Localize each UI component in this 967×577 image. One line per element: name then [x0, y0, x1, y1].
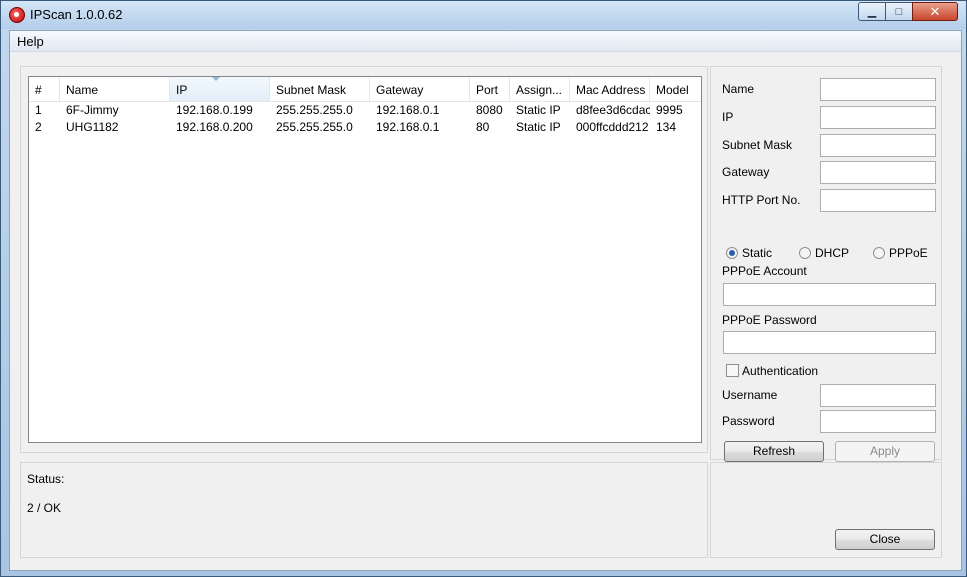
password-label: Password	[722, 414, 775, 428]
device-list-header: # Name IP Subnet Mask Gateway Port Assig…	[29, 77, 701, 102]
client-area: Help # Name IP Subnet Mask Gateway Port …	[9, 30, 962, 571]
cell-index: 1	[35, 103, 42, 117]
column-header-ip[interactable]: IP	[170, 77, 270, 101]
table-row[interactable]: 2 UHG1182 192.168.0.200 255.255.255.0 19…	[29, 119, 701, 136]
cell-assign: Static IP	[516, 103, 561, 117]
settings-group: Name IP Subnet Mask Gateway HTTP Port No…	[710, 66, 942, 462]
title-bar[interactable]: IPScan 1.0.0.62 ▁ □ ✕	[1, 1, 966, 29]
dhcp-radio-label[interactable]: DHCP	[815, 246, 849, 260]
cell-name: 6F-Jimmy	[66, 103, 119, 117]
cell-ip: 192.168.0.200	[176, 120, 253, 134]
close-button[interactable]: Close	[835, 529, 935, 550]
username-field[interactable]	[820, 384, 936, 407]
cell-index: 2	[35, 120, 42, 134]
device-list-group: # Name IP Subnet Mask Gateway Port Assig…	[20, 66, 708, 453]
username-label: Username	[722, 388, 778, 402]
cell-mac: 000ffcddd212	[576, 120, 649, 134]
column-header-gateway[interactable]: Gateway	[370, 77, 470, 101]
cell-gateway: 192.168.0.1	[376, 120, 440, 134]
cell-ip: 192.168.0.199	[176, 103, 253, 117]
maximize-icon: □	[895, 5, 903, 18]
pppoe-account-label: PPPoE Account	[722, 264, 807, 278]
name-field[interactable]	[820, 78, 936, 101]
authentication-label[interactable]: Authentication	[742, 364, 818, 378]
column-header-ip-label: IP	[176, 83, 188, 97]
cell-port: 80	[476, 120, 490, 134]
minimize-button[interactable]: ▁	[858, 2, 886, 21]
pppoe-radio[interactable]	[873, 247, 885, 259]
column-header-port[interactable]: Port	[470, 77, 510, 101]
cell-assign: Static IP	[516, 120, 561, 134]
cell-port: 8080	[476, 103, 503, 117]
table-row[interactable]: 1 6F-Jimmy 192.168.0.199 255.255.255.0 1…	[29, 102, 701, 119]
minimize-icon: ▁	[867, 6, 877, 18]
ip-field[interactable]	[820, 106, 936, 129]
status-value: 2 / OK	[27, 501, 62, 515]
cell-model: 134	[656, 120, 677, 134]
cell-mac: d8fee3d6cdac	[576, 103, 650, 117]
close-group: Close	[710, 462, 942, 558]
pppoe-password-label: PPPoE Password	[722, 313, 817, 327]
static-radio-label[interactable]: Static	[742, 246, 772, 260]
subnet-label: Subnet Mask	[722, 138, 793, 152]
column-header-name[interactable]: Name	[60, 77, 170, 101]
apply-button[interactable]: Apply	[835, 441, 935, 462]
static-radio[interactable]	[726, 247, 738, 259]
gateway-field[interactable]	[820, 161, 936, 184]
close-icon: ✕	[929, 3, 941, 19]
app-window: IPScan 1.0.0.62 ▁ □ ✕ Help # Name IP Sub…	[0, 0, 967, 577]
subnet-field[interactable]	[820, 134, 936, 157]
cell-subnet: 255.255.255.0	[276, 103, 353, 117]
app-icon	[9, 7, 25, 23]
password-field[interactable]	[820, 410, 936, 433]
pppoe-radio-label[interactable]: PPPoE	[889, 246, 928, 260]
pppoe-password-field[interactable]	[723, 331, 936, 354]
pppoe-account-field[interactable]	[723, 283, 936, 306]
column-header-subnet[interactable]: Subnet Mask	[270, 77, 370, 101]
menu-help[interactable]: Help	[17, 34, 44, 49]
cell-name: UHG1182	[66, 120, 119, 134]
close-window-button[interactable]: ✕	[912, 2, 958, 21]
http-port-field[interactable]	[820, 189, 936, 212]
column-header-assign[interactable]: Assign...	[510, 77, 570, 101]
status-group: Status: 2 / OK	[20, 462, 708, 558]
sort-ascending-icon	[212, 77, 220, 81]
cell-gateway: 192.168.0.1	[376, 103, 440, 117]
window-title: IPScan 1.0.0.62	[30, 7, 123, 22]
column-header-model[interactable]: Model	[650, 77, 701, 101]
column-header-mac[interactable]: Mac Address	[570, 77, 650, 101]
authentication-checkbox[interactable]	[726, 364, 739, 377]
maximize-button[interactable]: □	[885, 2, 913, 21]
http-port-label: HTTP Port No.	[722, 193, 801, 207]
name-label: Name	[722, 82, 755, 96]
device-list[interactable]: # Name IP Subnet Mask Gateway Port Assig…	[28, 76, 702, 443]
status-label: Status:	[27, 472, 65, 486]
menu-bar: Help	[10, 31, 961, 52]
dhcp-radio[interactable]	[799, 247, 811, 259]
cell-model: 9995	[656, 103, 683, 117]
refresh-button[interactable]: Refresh	[724, 441, 824, 462]
cell-subnet: 255.255.255.0	[276, 120, 353, 134]
gateway-label: Gateway	[722, 165, 770, 179]
ip-label: IP	[722, 110, 734, 124]
column-header-index[interactable]: #	[29, 77, 60, 101]
